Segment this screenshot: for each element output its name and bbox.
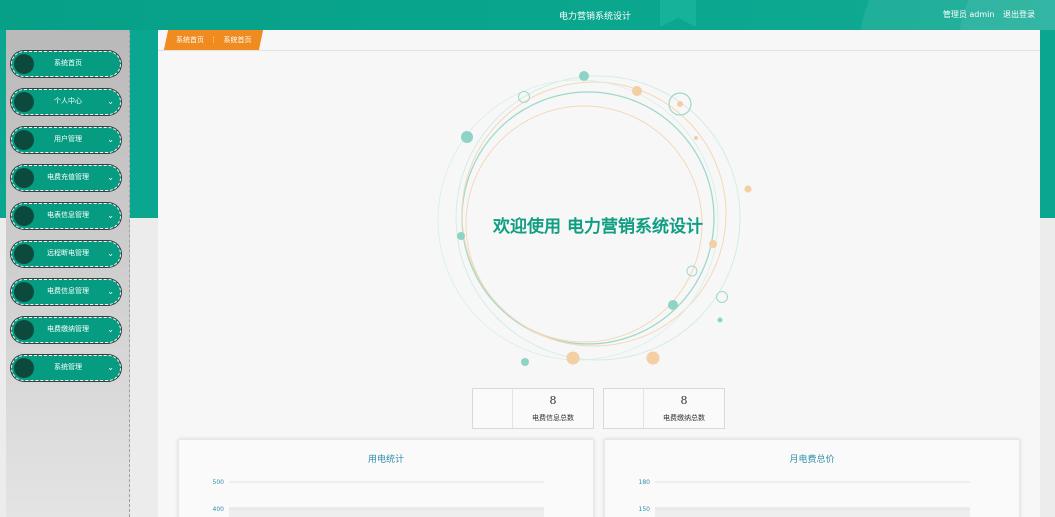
chevron-down-icon: ⌄ (107, 249, 114, 258)
y-tick-label: 150 (639, 506, 651, 513)
sidebar-item-recharge-management[interactable]: 电费充值管理 ⌄ (11, 165, 121, 191)
sidebar-item-system-management[interactable]: 系统管理 ⌄ (11, 355, 121, 381)
chevron-down-icon: ⌄ (107, 363, 114, 372)
chevron-down-icon: ⌄ (107, 135, 114, 144)
stat-caption: 电费信息总数 (532, 414, 574, 422)
sidebar-item-fee-info[interactable]: 电费信息管理 ⌄ (11, 279, 121, 305)
chart-plot: 180 150 (639, 479, 970, 517)
main-panel: 系统首页 ⋮ 系统首页 欢迎使用 电力营销系统设计 8 电费信息总数 8 电费缴… (158, 30, 1040, 517)
sidebar-item-label: 系统管理 (54, 363, 82, 371)
sidebar-item-user-management[interactable]: 用户管理 ⌄ (11, 127, 121, 153)
menu-dot-icon (14, 244, 34, 264)
sidebar-item-remote-cutoff[interactable]: 远程断电管理 ⌄ (11, 241, 121, 267)
breadcrumb-item-current: 系统首页 (223, 36, 252, 44)
y-tick-label: 500 (213, 479, 225, 486)
user-area: 管理员 admin 退出登录 (937, 9, 1035, 20)
breadcrumb-separator: ⋮ (210, 36, 218, 44)
welcome-title: 欢迎使用 电力营销系统设计 (493, 217, 703, 237)
sidebar-item-label: 个人中心 (54, 97, 82, 105)
sidebar-item-label: 电费充值管理 (47, 173, 89, 181)
sidebar-item-fee-payment[interactable]: 电费缴纳管理 ⌄ (11, 317, 121, 343)
stat-icon (473, 389, 513, 428)
current-user: 管理员 admin (942, 10, 995, 19)
breadcrumb: 系统首页 ⋮ 系统首页 (163, 30, 264, 50)
sidebar-item-home[interactable]: 系统首页 (11, 51, 121, 77)
sidebar-item-label: 远程断电管理 (47, 249, 89, 257)
menu-dot-icon (14, 130, 34, 150)
app-title: 电力营销系统设计 (558, 12, 631, 22)
stat-value: 8 (680, 394, 688, 407)
breadcrumb-item-home[interactable]: 系统首页 (176, 36, 204, 44)
chevron-down-icon: ⌄ (107, 173, 114, 182)
chevron-down-icon: ⌄ (107, 287, 114, 296)
chevron-down-icon: ⌄ (107, 97, 114, 106)
chart-card-monthly-fee: 月电费总价 180 150 (604, 439, 1020, 517)
breadcrumb-divider (158, 50, 1040, 51)
sidebar-item-meter-management[interactable]: 电表信息管理 ⌄ (11, 203, 121, 229)
menu-dot-icon (14, 282, 34, 302)
sidebar-item-label: 电费信息管理 (47, 287, 89, 295)
sidebar-item-personal-center[interactable]: 个人中心 ⌄ (11, 89, 121, 115)
stat-card-fee-info: 8 电费信息总数 (472, 388, 594, 429)
menu-dot-icon (14, 206, 34, 226)
menu-dot-icon (14, 320, 34, 340)
y-tick-label: 180 (639, 479, 651, 486)
sidebar-item-label: 电费缴纳管理 (47, 325, 89, 333)
chart-plot: 500 400 (213, 479, 544, 517)
sidebar: 系统首页 个人中心 ⌄ 用户管理 ⌄ 电费充值管理 ⌄ 电表信息管理 ⌄ 远程断… (6, 30, 130, 517)
logout-link[interactable]: 退出登录 (1003, 10, 1035, 19)
y-tick-label: 400 (213, 506, 225, 513)
stat-card-fee-payment: 8 电费缴纳总数 (603, 388, 725, 429)
menu-dot-icon (14, 54, 34, 74)
menu-dot-icon (14, 168, 34, 188)
top-bar: 电力营销系统设计 管理员 admin 退出登录 (0, 0, 1055, 30)
menu-dot-icon (14, 358, 34, 378)
menu-dot-icon (14, 92, 34, 112)
stat-icon (604, 389, 644, 428)
stat-caption: 电费缴纳总数 (663, 414, 705, 422)
sidebar-item-label: 用户管理 (54, 135, 82, 143)
sidebar-item-label: 电表信息管理 (47, 211, 89, 219)
chart-card-usage: 用电统计 500 400 (178, 439, 594, 517)
chevron-down-icon: ⌄ (107, 211, 114, 220)
chevron-down-icon: ⌄ (107, 325, 114, 334)
sidebar-item-label: 系统首页 (54, 59, 82, 67)
stat-value: 8 (549, 394, 557, 407)
